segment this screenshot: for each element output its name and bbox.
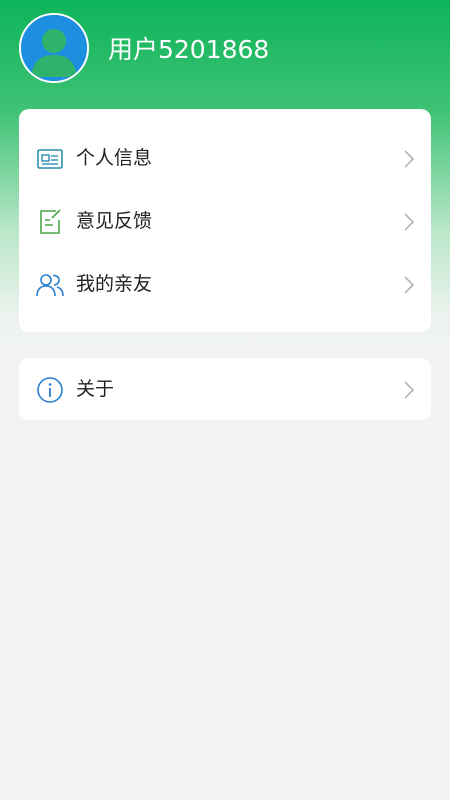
id-card-icon [37,149,63,169]
menu-item-friends[interactable]: 我的亲友 [19,256,431,312]
menu-item-personal-info[interactable]: 个人信息 [19,130,431,186]
chevron-right-icon [404,276,415,294]
about-card: 关于 [19,358,431,420]
info-circle-icon [37,377,63,403]
profile-header: 用户5201868 [0,0,450,100]
menu-item-label: 意见反馈 [76,210,153,232]
menu-item-about[interactable]: 关于 [19,361,431,417]
menu-item-label: 关于 [76,378,115,400]
chevron-right-icon [404,150,415,168]
user-avatar-icon [21,15,87,81]
users-icon [36,274,64,297]
avatar[interactable] [19,13,89,83]
menu-item-feedback[interactable]: 意见反馈 [19,193,431,249]
chevron-right-icon [404,213,415,231]
menu-card: 个人信息 意见反馈 我的亲友 [19,109,431,332]
chevron-right-icon [404,381,415,399]
menu-item-label: 我的亲友 [76,273,153,295]
menu-item-label: 个人信息 [76,147,153,169]
username: 用户5201868 [108,35,270,64]
edit-note-icon [40,209,61,234]
